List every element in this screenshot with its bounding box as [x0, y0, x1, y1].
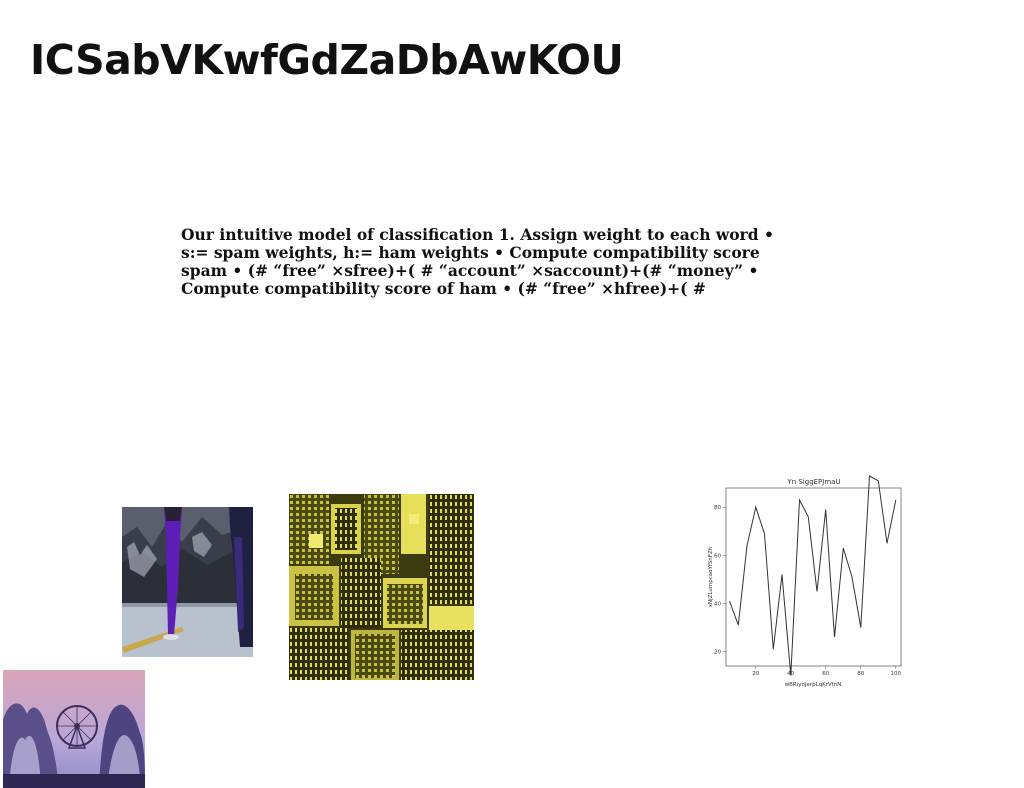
x-tick-label: 20 [752, 671, 759, 677]
y-tick-label: 80 [714, 505, 721, 511]
plot-frame [725, 487, 902, 667]
y-tick-label: 60 [714, 553, 721, 559]
x-tick-label: 80 [857, 671, 864, 677]
chart-title: Yn SiggEPJmaU [786, 478, 840, 486]
y-tick-label: 40 [714, 601, 721, 607]
slide-title: ICSabVKwfGdZaDbAwKOU [30, 36, 624, 84]
yellow-city-aerial-photo [289, 494, 474, 680]
y-axis-label: xNjZLumpcaoYfSnFZh [708, 546, 714, 607]
line-chart: Yn SiggEPJmaU 20 40 60 80 100 20 40 60 80 wBRiyo… [700, 472, 910, 694]
x-tick-label: 100 [891, 671, 902, 677]
x-axis-label: wBRiyoJerpLqKrVfnN [785, 682, 842, 688]
ferris-wheel-photo [3, 670, 145, 788]
y-tick-label: 20 [714, 650, 721, 656]
slide-body-text: Our intuitive model of classification 1.… [181, 225, 774, 298]
x-tick-label: 60 [822, 671, 829, 677]
legs-on-stage-photo [122, 507, 253, 657]
